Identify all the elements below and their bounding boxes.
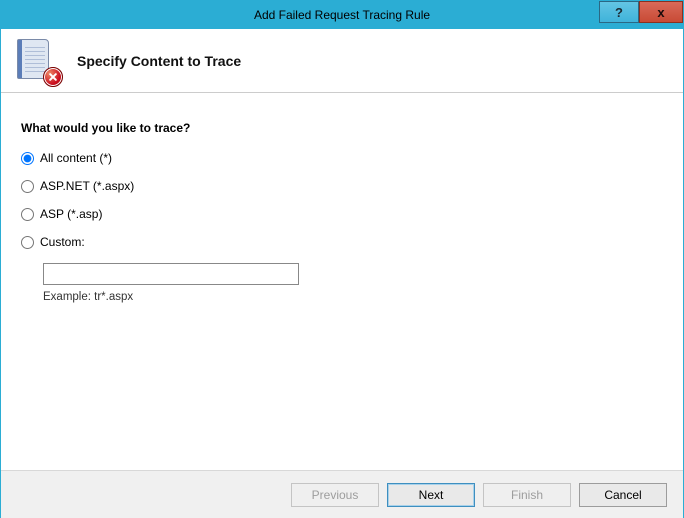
wizard-icon [17,39,57,83]
titlebar: Add Failed Request Tracing Rule ? x [1,1,683,29]
help-button[interactable]: ? [599,1,639,23]
custom-pattern-input[interactable] [43,263,299,285]
cancel-button[interactable]: Cancel [579,483,667,507]
page-title: Specify Content to Trace [77,53,241,69]
finish-button[interactable]: Finish [483,483,571,507]
radio-row-custom: Custom: [21,235,663,249]
close-button[interactable]: x [639,1,683,23]
label-custom: Custom: [40,235,85,249]
previous-button[interactable]: Previous [291,483,379,507]
custom-block: Example: tr*.aspx [43,263,663,303]
prompt-label: What would you like to trace? [21,121,663,135]
label-aspnet: ASP.NET (*.aspx) [40,179,134,193]
radio-aspnet[interactable] [21,180,34,193]
titlebar-buttons: ? x [599,1,683,29]
example-label: Example: tr*.aspx [43,291,663,303]
window-title: Add Failed Request Tracing Rule [254,8,430,22]
next-button[interactable]: Next [387,483,475,507]
radio-row-all: All content (*) [21,151,663,165]
content-area: What would you like to trace? All conten… [1,93,683,303]
radio-all-content[interactable] [21,152,34,165]
radio-row-aspnet: ASP.NET (*.aspx) [21,179,663,193]
wizard-header: Specify Content to Trace [1,29,683,93]
radio-custom[interactable] [21,236,34,249]
label-asp: ASP (*.asp) [40,207,102,221]
error-badge-icon [43,67,63,87]
label-all-content: All content (*) [40,151,112,165]
radio-asp[interactable] [21,208,34,221]
radio-row-asp: ASP (*.asp) [21,207,663,221]
wizard-footer: Previous Next Finish Cancel [1,470,683,518]
